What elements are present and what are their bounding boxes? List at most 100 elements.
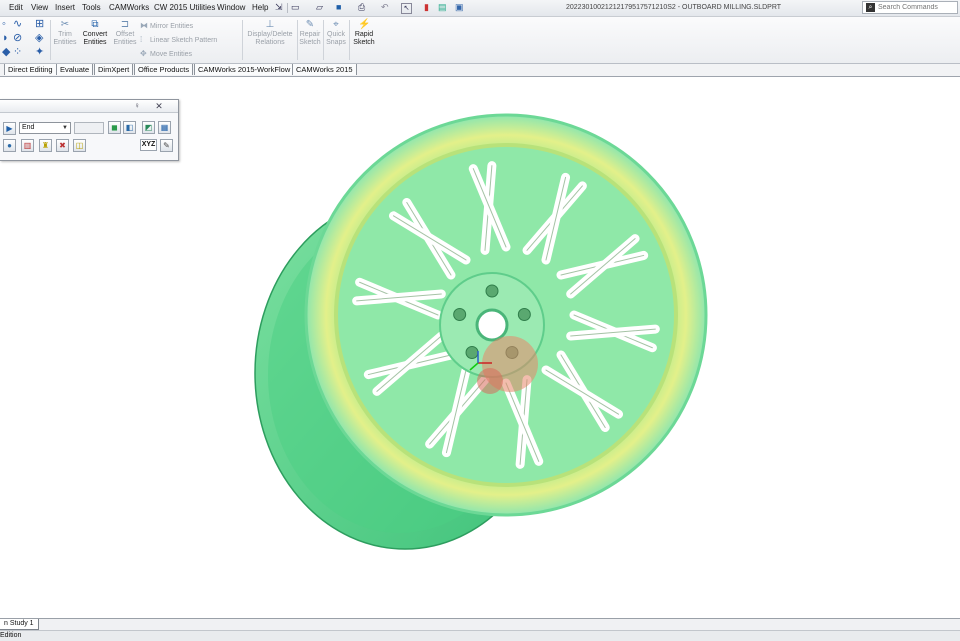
convert-icon: ⧉ (91, 19, 99, 30)
play-icon[interactable]: ▶ (3, 122, 16, 135)
menu-window[interactable]: Window (217, 3, 245, 12)
repair-label: Repair Sketch (299, 31, 321, 46)
convert-label: Convert Entities (82, 31, 108, 46)
sketch-point-icon[interactable]: ✦ (35, 47, 44, 58)
end-condition-select[interactable]: End ▼ (19, 122, 71, 134)
tab-direct-editing[interactable]: Direct Editing (4, 64, 57, 75)
menu-tools[interactable]: Tools (82, 3, 101, 12)
close-icon[interactable]: ✕ (154, 101, 164, 111)
offset-label: Offset Entities (113, 31, 137, 46)
value-slider[interactable] (74, 122, 104, 134)
camworks-toolbar-panel: ♀ ✕ ▶ End ▼ ◼ ◧ ◩ ▦ ● ▥ ♜ ✖ ◫ XYZ ✎ (0, 99, 179, 161)
rapid-sketch-label: Rapid Sketch (353, 31, 375, 46)
chevron-down-icon: ▼ (62, 125, 68, 131)
menu-view[interactable]: View (31, 3, 48, 12)
menu-bar: Edit View Insert Tools CAMWorks CW 2015 … (0, 0, 960, 17)
snap-icon: ⌖ (333, 19, 339, 30)
text-sketch-icon[interactable]: ⊞ (35, 19, 44, 30)
mirror-label: Mirror Entities (150, 23, 194, 30)
mirror-icon: ⧓ (140, 21, 148, 30)
linear-pattern-button[interactable]: ⁞ Linear Sketch Pattern (140, 35, 217, 44)
tool-icon[interactable]: ▥ (21, 139, 34, 152)
tab-dimxpert[interactable]: DimXpert (94, 64, 134, 75)
part-icon[interactable]: ◧ (123, 121, 136, 134)
menu-edit[interactable]: Edit (9, 3, 23, 12)
menu-cw-utilities[interactable]: CW 2015 Utilities (154, 3, 215, 12)
print-icon[interactable]: ⎙ (358, 2, 365, 14)
trim-icon: ✂ (60, 19, 70, 30)
offset-icon: ⊐ (120, 19, 130, 30)
lug-hole (453, 307, 467, 321)
cross-icon[interactable]: ✖ (56, 139, 69, 152)
offset-entities-button[interactable]: ⊐ Offset Entities (112, 20, 138, 47)
feature-icon[interactable]: ◩ (142, 121, 155, 134)
save-icon[interactable]: ■ (336, 2, 341, 14)
undo-icon[interactable]: ↶ (381, 2, 389, 14)
selection-highlight-small (477, 368, 503, 394)
tab-camworks-workflow[interactable]: CAMWorks 2015-WorkFlow (194, 64, 295, 75)
pattern-label: Linear Sketch Pattern (150, 37, 218, 44)
menu-insert[interactable]: Insert (55, 3, 75, 12)
menu-camworks[interactable]: CAMWorks (109, 3, 149, 12)
menu-help[interactable]: Help (252, 3, 268, 12)
new-document-icon[interactable]: ▭ (291, 2, 300, 14)
lug-hole (517, 307, 531, 321)
pin-menu-icon[interactable]: ⇲ (275, 2, 283, 14)
open-icon[interactable]: ▱ (316, 2, 323, 14)
point-icon[interactable]: ◦ (2, 19, 6, 30)
quick-snaps-label: Quick Snaps (326, 31, 346, 46)
fixture-icon[interactable]: ◫ (73, 139, 86, 152)
relations-label: Display/Delete Relations (247, 31, 293, 46)
stock-icon[interactable]: ◼ (108, 121, 121, 134)
ellipse-icon[interactable]: ⊘ (13, 33, 22, 44)
select-icon[interactable]: ↖ (401, 3, 412, 14)
quick-snaps-button[interactable]: ⌖ Quick Snaps (324, 20, 348, 47)
lug-hole (465, 346, 479, 360)
rebuild-icon[interactable]: ▮ (424, 2, 429, 14)
relations-icon: ⊥ (265, 19, 275, 30)
mirror-entities-button[interactable]: ⧓ Mirror Entities (140, 21, 193, 30)
xyz-button[interactable]: XYZ (140, 139, 157, 151)
repair-sketch-button[interactable]: ✎ Repair Sketch (298, 20, 322, 47)
status-area: n Study 1 Edition (0, 618, 960, 641)
panel-title-bar[interactable]: ♀ ✕ (0, 100, 178, 113)
holder-icon[interactable]: ♜ (39, 139, 52, 152)
save-panel-icon[interactable]: ▦ (158, 121, 171, 134)
convert-entities-button[interactable]: ⧉ Convert Entities (80, 20, 110, 47)
settings-icon[interactable]: ✎ (160, 139, 173, 152)
polygon-icon[interactable]: ◆ (2, 47, 10, 58)
arc-icon[interactable]: ◗ (2, 33, 9, 44)
tab-camworks-2015[interactable]: CAMWorks 2015 (292, 64, 357, 75)
plane-icon[interactable]: ◈ (35, 33, 43, 44)
command-tabs: Direct Editing Evaluate DimXpert Office … (0, 64, 960, 77)
sphere-icon[interactable]: ● (3, 139, 16, 152)
pin-icon[interactable]: ♀ (132, 101, 142, 111)
command-search-icon: ⌕ (866, 3, 875, 12)
display-delete-relations-button[interactable]: ⊥ Display/Delete Relations (244, 20, 296, 47)
centerline-icon[interactable]: ⁘ (13, 47, 22, 58)
search-input[interactable] (878, 3, 956, 12)
search-box[interactable]: ⌕ (862, 1, 958, 14)
options-icon[interactable]: ▣ (455, 2, 464, 14)
move-label: Move Entities (150, 51, 193, 58)
separator (287, 3, 288, 13)
center-bore (475, 308, 509, 342)
lug-hole (485, 284, 499, 298)
tab-office-products[interactable]: Office Products (134, 64, 194, 75)
separator (242, 20, 243, 60)
tab-evaluate[interactable]: Evaluate (56, 64, 94, 75)
pattern-icon: ⁞ (140, 35, 143, 44)
rapid-sketch-button[interactable]: ⚡ Rapid Sketch (350, 20, 378, 47)
document-title: 20223010021212179517571210S2 - OUTBOARD … (566, 4, 782, 11)
file-properties-icon[interactable]: ▤ (438, 2, 447, 14)
move-icon: ✥ (140, 49, 147, 58)
end-condition-value: End (22, 124, 35, 131)
status-bar-text: Edition (0, 630, 960, 641)
spline-icon[interactable]: ∿ (13, 19, 22, 30)
move-entities-button[interactable]: ✥ Move Entities (140, 49, 192, 58)
study-tab[interactable]: n Study 1 (0, 619, 39, 630)
command-manager-ribbon: ◦ ∿ ⊞ ◗ ⊘ ◈ ◆ ⁘ ✦ ✂ Trim Entities ⧉ Conv… (0, 17, 960, 64)
wheel-model[interactable] (254, 113, 708, 550)
repair-icon: ✎ (305, 19, 315, 30)
trim-entities-button[interactable]: ✂ Trim Entities (52, 20, 78, 47)
